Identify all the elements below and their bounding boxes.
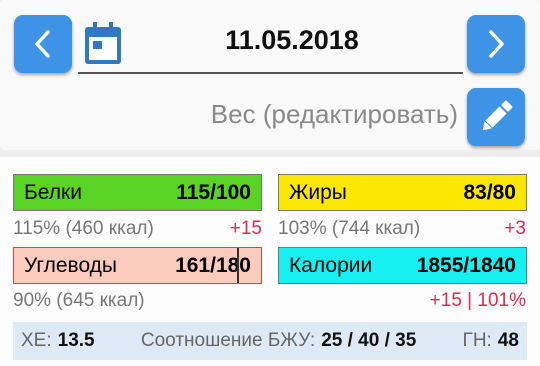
calories-label: Калории: [289, 253, 373, 277]
edit-weight-button[interactable]: [467, 88, 525, 146]
fat-box: Жиры 83/80: [278, 174, 527, 211]
protein-value: 115/100: [176, 180, 251, 204]
xe-value: 13.5: [57, 330, 95, 351]
fat-label: Жиры: [289, 180, 347, 204]
protein-label: Белки: [24, 180, 82, 204]
xe-group: ХЕ: 13.5: [21, 330, 95, 352]
carbs-box: Углеводы 161/180: [13, 247, 262, 284]
gn-value: 48: [497, 330, 519, 351]
protein-delta: +15: [229, 218, 262, 239]
weight-edit-link[interactable]: Вес (редактировать): [211, 99, 458, 130]
calories-delta: +15 | 101%: [429, 290, 526, 311]
calories-box: Калории 1855/1840: [278, 247, 527, 284]
carbs-percent: 90% (645 ккал): [13, 290, 145, 311]
calendar-icon[interactable]: [84, 22, 122, 66]
carbs-label: Углеводы: [24, 253, 118, 277]
date-display[interactable]: 11.05.2018: [122, 25, 462, 56]
pencil-icon: [482, 100, 513, 131]
ratio-group: Соотношение БЖУ: 25 / 40 / 35: [141, 330, 416, 352]
ratio-value: 25 / 40 / 35: [321, 330, 417, 351]
gn-group: ГН: 48: [463, 330, 519, 352]
carbs-value: 161/180: [175, 253, 251, 277]
fat-delta: +3: [504, 218, 526, 239]
fat-value: 83/80: [463, 180, 516, 204]
date-underline: [78, 72, 463, 74]
prev-day-button[interactable]: [14, 15, 72, 73]
summary-bar: ХЕ: 13.5 Соотношение БЖУ: 25 / 40 / 35 ГН:…: [13, 322, 527, 360]
chevron-right-icon: [489, 30, 504, 58]
protein-box: Белки 115/100: [13, 174, 262, 211]
next-day-button[interactable]: [467, 15, 525, 73]
gn-label: ГН:: [462, 330, 492, 351]
xe-label: ХЕ:: [21, 330, 52, 351]
chevron-left-icon: [35, 30, 50, 58]
protein-percent: 115% (460 ккал): [13, 218, 154, 239]
fat-percent: 103% (744 ккал): [278, 218, 421, 239]
ratio-label: Соотношение БЖУ:: [140, 330, 316, 351]
calories-value: 1855/1840: [416, 253, 516, 277]
